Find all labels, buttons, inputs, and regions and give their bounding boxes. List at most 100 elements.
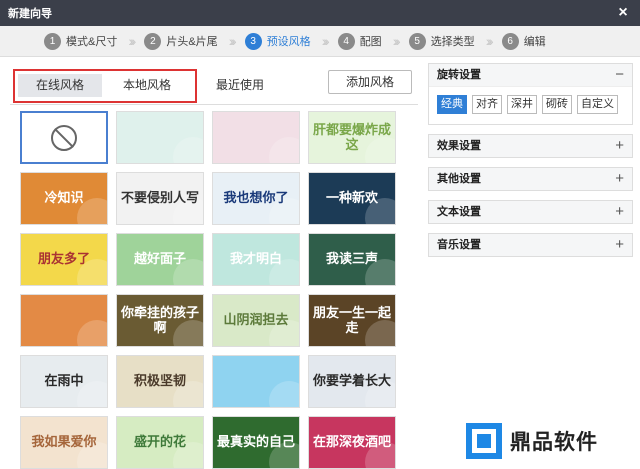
style-thumbnail[interactable]: 朋友多了 [20,233,108,286]
style-thumbnail[interactable]: 我读三声 [308,233,396,286]
style-thumbnail[interactable]: 你要学着长大 [308,355,396,408]
style-thumbnail[interactable]: 我也想你了 [212,172,300,225]
logo-mark-icon [466,423,502,459]
style-thumbnail[interactable]: 我才明白 [212,233,300,286]
music-title: 音乐设置 [437,239,481,251]
thumbnail-text: 你要学着长大 [312,373,391,389]
step-5[interactable]: 5 选择类型 [408,32,475,50]
style-thumbnail[interactable]: 不要侵别人写 [116,172,204,225]
brand-logo: 鼎品软件 [466,423,598,459]
collapse-icon[interactable]: − [615,64,624,86]
thumbnail-text: 肝都要爆炸成这 [312,122,391,152]
expand-icon[interactable]: + [615,135,624,157]
step-separator: ››› [392,33,401,49]
thumbnail-text: 山阴润担去 [223,312,289,328]
style-thumbnail[interactable]: 积极坚韧 [116,355,204,408]
step-separator: ››› [228,33,237,49]
other-title: 其他设置 [437,173,481,185]
step-label: 选择类型 [430,36,475,48]
style-thumbnail[interactable]: 越好面子 [116,233,204,286]
wizard-steps: 1 模式&尺寸 ››› 2 片头&片尾 ››› 3 预设风格 ››› 4 配图 ››› … [0,26,640,57]
thumbnail-text: 我才明白 [229,251,282,267]
step-label: 片头&片尾 [166,36,218,48]
rotate-options: 经典 对齐 深井 砌砖 自定义 [429,86,632,124]
settings-panel: 旋转设置 − 经典 对齐 深井 砌砖 自定义 效果设置 + 其他设置 + 文本设置 +… [428,63,633,266]
step-4[interactable]: 4 配图 [337,32,382,50]
thumbnail-decoration [269,137,299,163]
style-thumbnail[interactable]: 朋友一生一起走 [308,294,396,347]
thumbnail-decoration [173,137,203,163]
rotate-panel: 旋转设置 − 经典 对齐 深井 砌砖 自定义 [428,63,633,125]
style-thumbnail[interactable] [20,294,108,347]
thumbnail-text: 朋友一生一起走 [312,305,391,335]
step-3[interactable]: 3 预设风格 [244,32,311,50]
effect-panel[interactable]: 效果设置 + [428,134,633,158]
rotate-option-classic[interactable]: 经典 [437,95,467,114]
thumbnail-decoration [77,320,107,346]
style-thumbnail[interactable] [116,111,204,164]
style-thumbnail[interactable]: 在那深夜酒吧 [308,416,396,469]
expand-icon[interactable]: + [615,201,624,223]
thumbnail-text: 在那深夜酒吧 [312,434,391,450]
text-panel[interactable]: 文本设置 + [428,200,633,224]
thumbnail-text: 在雨中 [44,373,84,389]
style-browser: 在线风格 本地风格 最近使用 添加风格 肝都要爆炸成这冷知识 不要侵别人写 我也想你… [10,63,418,469]
thumbnail-decoration [269,381,299,407]
rotate-header[interactable]: 旋转设置 − [429,64,632,86]
style-none[interactable] [20,111,108,164]
style-thumbnail[interactable]: 我如果爱你 [20,416,108,469]
tab-online[interactable]: 在线风格 [18,74,102,97]
step-label: 编辑 [523,36,546,48]
text-title: 文本设置 [437,206,481,218]
step-2[interactable]: 2 片头&片尾 [144,32,218,50]
add-style-button[interactable]: 添加风格 [328,70,412,94]
style-thumbnail[interactable]: 盛开的花 [116,416,204,469]
style-thumbnail[interactable] [212,111,300,164]
tab-recent[interactable]: 最近使用 [206,74,274,97]
effect-title: 效果设置 [437,140,481,152]
style-thumbnail[interactable]: 一种新欢 [308,172,396,225]
window-title: 新建向导 [8,8,52,20]
style-thumbnail[interactable]: 肝都要爆炸成这 [308,111,396,164]
music-panel[interactable]: 音乐设置 + [428,233,633,257]
style-thumbnail[interactable]: 在雨中 [20,355,108,408]
style-thumbnail[interactable] [212,355,300,408]
step-1[interactable]: 1 模式&尺寸 [44,32,118,50]
step-6[interactable]: 6 编辑 [501,32,546,50]
step-label: 模式&尺寸 [66,36,118,48]
thumbnail-text: 朋友多了 [37,251,90,267]
step-label: 配图 [359,36,382,48]
step-label: 预设风格 [266,36,311,48]
thumbnail-text: 我读三声 [325,251,378,267]
thumbnail-text: 最真实的自己 [216,434,295,450]
rotate-option-align[interactable]: 对齐 [472,95,502,114]
thumbnail-text: 越好面子 [133,251,186,267]
thumbnail-text: 冷知识 [44,190,84,206]
thumbnail-text: 盛开的花 [133,434,186,450]
step-separator: ››› [321,33,330,49]
rotate-option-custom[interactable]: 自定义 [577,95,618,114]
thumbnail-text: 积极坚韧 [133,373,186,389]
rotate-option-brick[interactable]: 砌砖 [542,95,572,114]
style-grid-area: 肝都要爆炸成这冷知识 不要侵别人写 我也想你了 一种新欢朋友多了 越好面子 我才明白 我读三… [10,104,418,469]
step-separator: ››› [128,33,136,49]
thumbnail-text: 你牵挂的孩子啊 [120,305,199,335]
tab-local[interactable]: 本地风格 [106,74,188,97]
step-separator: ››› [485,33,494,49]
rotate-option-well[interactable]: 深井 [507,95,537,114]
thumbnail-text: 我如果爱你 [31,434,97,450]
style-grid: 肝都要爆炸成这冷知识 不要侵别人写 我也想你了 一种新欢朋友多了 越好面子 我才明白 我读三… [20,111,396,469]
no-style-icon [51,124,77,151]
thumbnail-text: 不要侵别人写 [120,190,199,206]
expand-icon[interactable]: + [615,168,624,190]
expand-icon[interactable]: + [615,234,624,256]
style-thumbnail[interactable]: 你牵挂的孩子啊 [116,294,204,347]
style-thumbnail[interactable]: 最真实的自己 [212,416,300,469]
close-icon[interactable]: × [614,4,632,22]
window-titlebar: 新建向导 × [0,0,640,26]
thumbnail-text: 一种新欢 [325,190,378,206]
other-panel[interactable]: 其他设置 + [428,167,633,191]
logo-text: 鼎品软件 [510,431,598,454]
style-thumbnail[interactable]: 冷知识 [20,172,108,225]
style-thumbnail[interactable]: 山阴润担去 [212,294,300,347]
